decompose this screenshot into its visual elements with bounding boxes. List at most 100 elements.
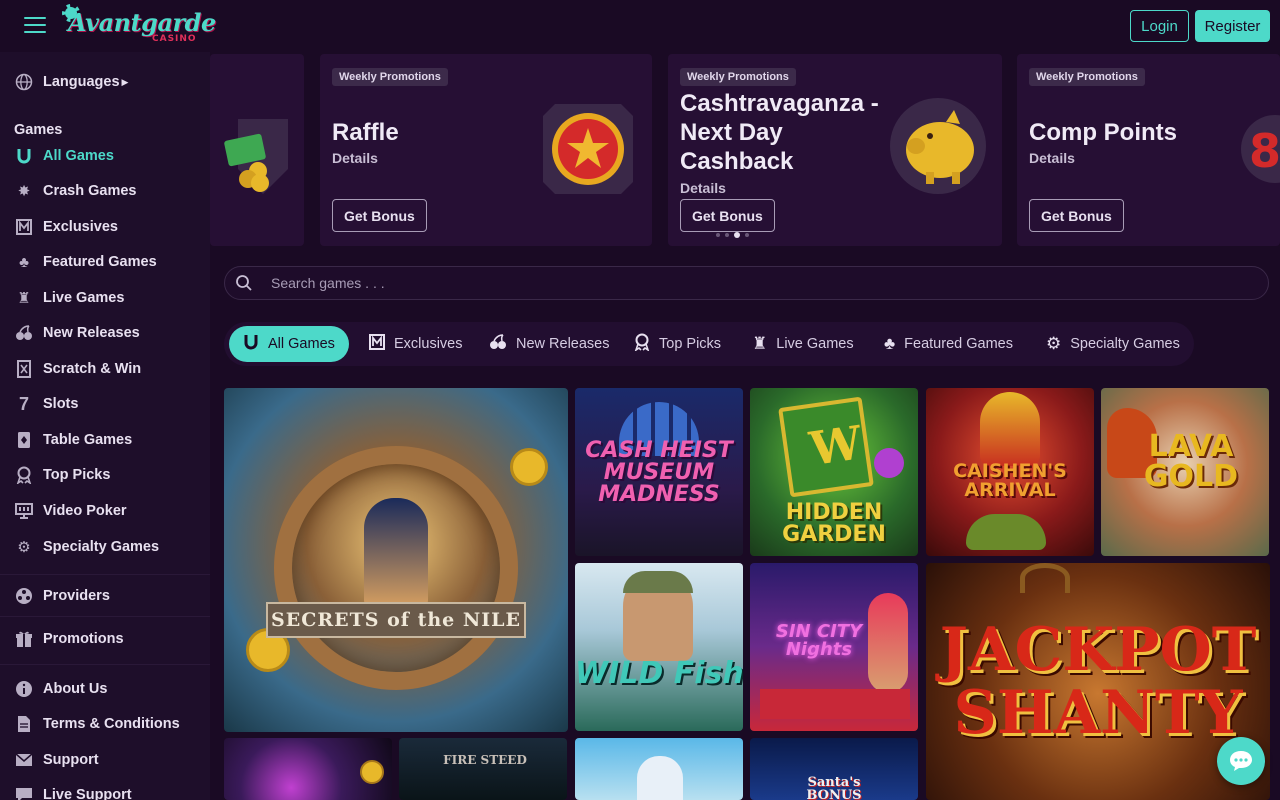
game-tile-wild-fishin[interactable]: WILD Fishin <box>575 563 743 731</box>
live-chat-button[interactable] <box>1217 737 1265 785</box>
sidebar-item-featured-games[interactable]: ♣ Featured Games <box>14 247 157 277</box>
promo-details-link[interactable]: Details <box>1029 150 1075 166</box>
carousel-dots <box>716 232 749 238</box>
main-content: Weekly Promotions Raffle Details Get Bon… <box>210 52 1280 800</box>
seven-icon: 7 <box>18 393 29 414</box>
casino-logo[interactable]: Avantgarde CASINO <box>60 2 216 50</box>
sidebar-item-live-games[interactable]: ♜ Live Games <box>14 283 124 313</box>
gold-coin <box>510 448 548 486</box>
tab-exclusives[interactable]: Exclusives <box>359 326 473 362</box>
game-tile-caishens-arrival[interactable]: CAISHEN'S ARRIVAL <box>926 388 1094 556</box>
sidebar-item-label: Scratch & Win <box>43 361 142 377</box>
carousel-dot-active[interactable] <box>734 232 740 238</box>
search-bar[interactable] <box>224 266 1269 300</box>
gold-coin <box>360 760 384 784</box>
tab-featured-games[interactable]: ♣ Featured Games <box>874 326 1023 362</box>
promo-badge: Weekly Promotions <box>332 68 448 86</box>
sidebar-item-table-games[interactable]: Table Games <box>14 425 132 455</box>
search-icon <box>236 275 252 291</box>
sidebar-item-specialty-games[interactable]: ⚙ Specialty Games <box>14 532 159 562</box>
book-icon: W <box>778 396 874 498</box>
search-input[interactable] <box>271 275 1171 291</box>
game-tile-santas-bonus[interactable]: Santa's BONUS <box>750 738 918 800</box>
get-bonus-button[interactable]: Get Bonus <box>1029 199 1124 232</box>
sidebar-item-label: Support <box>43 752 99 768</box>
game-tile-hidden-garden[interactable]: W HIDDEN GARDEN <box>750 388 918 556</box>
promo-details-link[interactable]: Details <box>332 150 378 166</box>
sidebar-item-languages[interactable]: Languages ▶ <box>14 67 128 97</box>
category-tabs: All Games Exclusives New Releases Top Pi… <box>224 322 1194 366</box>
turtle-icon <box>966 514 1046 550</box>
medal-icon <box>634 333 650 356</box>
sidebar-item-slots[interactable]: 7 Slots <box>14 389 78 419</box>
carousel-dot[interactable] <box>745 233 749 237</box>
sidebar-item-live-support[interactable]: Live Support <box>14 780 132 800</box>
get-bonus-button[interactable]: Get Bonus <box>680 199 775 232</box>
sidebar-item-label: Languages <box>43 74 120 90</box>
sidebar-item-crash-games[interactable]: ✸ Crash Games <box>14 176 137 206</box>
monitor-icon <box>14 501 34 521</box>
sidebar-divider <box>0 664 210 665</box>
promo-details-link[interactable]: Details <box>680 180 726 196</box>
dealer-icon: ♜ <box>752 334 768 353</box>
tab-live-games[interactable]: ♜ Live Games <box>742 326 864 362</box>
sidebar-item-promotions[interactable]: Promotions <box>14 624 124 654</box>
promo-card[interactable] <box>210 54 304 246</box>
clover-icon: ♣ <box>884 334 896 353</box>
star-badge-icon <box>535 96 641 202</box>
game-title: SECRETS of the NILE <box>266 602 526 638</box>
cherries-icon <box>14 323 34 343</box>
wizard-figure <box>637 756 683 800</box>
carousel-dot[interactable] <box>725 233 729 237</box>
game-tile-sin-city-nights[interactable]: SIN CITY Nights <box>750 563 918 731</box>
sidebar-item-top-picks[interactable]: Top Picks <box>14 460 110 490</box>
tab-specialty-games[interactable]: ⚙ Specialty Games <box>1036 326 1190 362</box>
medal-icon <box>14 465 34 485</box>
gear-icon: ⚙ <box>17 539 31 556</box>
envelope-icon <box>14 750 34 770</box>
promo-card-cashtravaganza[interactable]: Weekly Promotions Cashtravaganza - Next … <box>668 54 1002 246</box>
sidebar-item-support[interactable]: Support <box>14 745 99 775</box>
promo-title: Comp Points <box>1029 119 1177 146</box>
promo-card-comp-points[interactable]: Weekly Promotions Comp Points Details Ge… <box>1017 54 1280 246</box>
sidebar-item-scratch-win[interactable]: Scratch & Win <box>14 354 141 384</box>
globe-icon <box>14 72 34 92</box>
game-tile-museum-madness[interactable]: CASH HEIST MUSEUM MADNESS <box>575 388 743 556</box>
sidebar-item-label: Promotions <box>43 631 124 647</box>
game-tile-secrets-of-the-nile[interactable]: SECRETS of the NILE <box>224 388 568 732</box>
tab-label: All Games <box>268 336 335 352</box>
promo-card-raffle[interactable]: Weekly Promotions Raffle Details Get Bon… <box>320 54 652 246</box>
chevron-right-icon: ▶ <box>121 76 129 87</box>
sidebar-item-all-games[interactable]: All Games <box>14 141 114 171</box>
carousel-dot[interactable] <box>716 233 720 237</box>
gear-icon: ⚙ <box>1046 334 1062 353</box>
sidebar-item-label: Crash Games <box>43 183 137 199</box>
game-tile-lava-gold[interactable]: LAVA GOLD <box>1101 388 1269 556</box>
sidebar-item-about-us[interactable]: About Us <box>14 674 107 704</box>
get-bonus-button[interactable]: Get Bonus <box>332 199 427 232</box>
exclusive-icon <box>369 333 385 355</box>
sidebar-item-providers[interactable]: Providers <box>14 581 110 611</box>
game-title: FIRE STEED <box>443 753 527 767</box>
register-button[interactable]: Register <box>1195 10 1270 42</box>
sidebar-divider <box>0 574 210 575</box>
tab-top-picks[interactable]: Top Picks <box>624 326 731 362</box>
game-tile[interactable] <box>575 738 743 800</box>
menu-icon[interactable] <box>22 14 48 36</box>
flower-icon <box>874 448 904 478</box>
tab-new-releases[interactable]: New Releases <box>479 326 620 362</box>
tab-label: Featured Games <box>904 336 1013 352</box>
sidebar-item-video-poker[interactable]: Video Poker <box>14 496 127 526</box>
logo-subtitle: CASINO <box>152 34 197 44</box>
game-tile-fire-steed[interactable]: FIRE STEED <box>399 738 567 800</box>
sidebar-item-new-releases[interactable]: New Releases <box>14 318 140 348</box>
sidebar-item-terms[interactable]: Terms & Conditions <box>14 709 180 739</box>
gift-icon <box>14 629 34 649</box>
sidebar-item-label: Live Support <box>43 787 132 800</box>
login-button[interactable]: Login <box>1130 10 1189 42</box>
promo-badge: Weekly Promotions <box>1029 68 1145 86</box>
tab-all-games[interactable]: All Games <box>229 326 349 362</box>
game-title: LAVA GOLD <box>1143 429 1239 494</box>
game-tile[interactable] <box>224 738 392 800</box>
sidebar-item-exclusives[interactable]: Exclusives <box>14 212 118 242</box>
